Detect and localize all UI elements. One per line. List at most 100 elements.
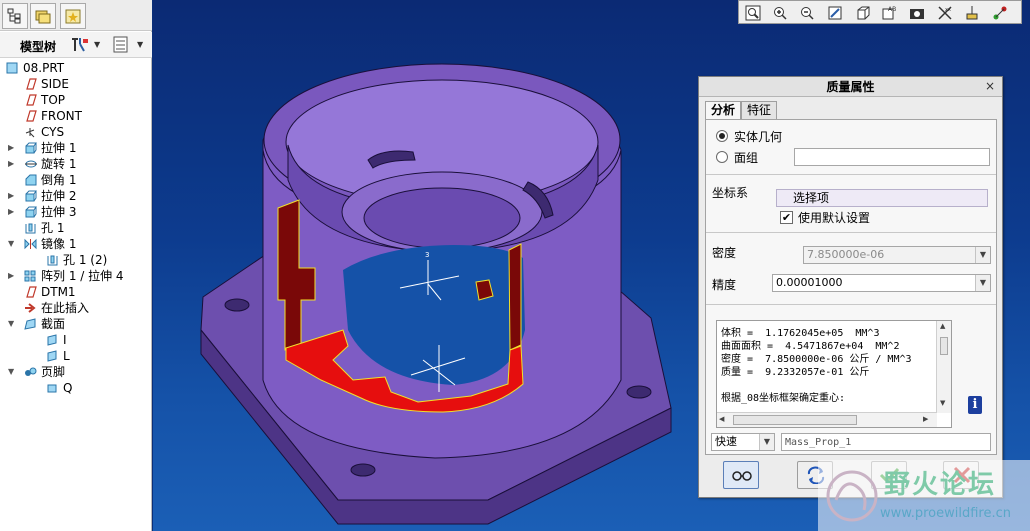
density-dropdown-icon: ▼ — [975, 247, 990, 263]
repaint-button[interactable] — [825, 3, 845, 22]
scroll-down-icon[interactable]: ▼ — [940, 399, 945, 407]
zoom-in-button[interactable] — [770, 3, 790, 22]
compute-mode-dropdown-icon[interactable]: ▼ — [759, 434, 774, 450]
collapse-icon[interactable]: ▼ — [8, 316, 18, 332]
solid-geometry-radio[interactable] — [716, 130, 728, 142]
tree-item[interactable]: ▶ 旋转 1 — [0, 156, 152, 172]
watermark-text: 野火论坛 — [884, 470, 997, 500]
datum-plane-icon — [26, 110, 37, 122]
results-text-area[interactable]: 体积 = 1.1762045e+05 MM^3 曲面面积 = 4.5471867e… — [716, 320, 952, 428]
tree-item-label: Q — [63, 381, 73, 395]
tree-item[interactable]: 08.PRT — [0, 60, 152, 76]
tree-item-label: 拉伸 2 — [41, 189, 77, 203]
svg-text:3: 3 — [425, 251, 429, 259]
expand-icon[interactable]: ▶ — [8, 140, 18, 156]
axis-display-button[interactable] — [990, 3, 1010, 22]
analysis-name-field[interactable]: Mass_Prop_1 — [781, 433, 991, 451]
tree-item[interactable]: ▶ 拉伸 2 — [0, 188, 152, 204]
tree-item[interactable]: ▼ 截面 — [0, 316, 152, 332]
results-vertical-scrollbar[interactable]: ▲ ▼ — [936, 321, 951, 413]
use-default-checkbox[interactable]: ✔ — [780, 211, 793, 224]
vertical-scroll-thumb[interactable] — [940, 337, 948, 355]
tree-item-label: 截面 — [41, 317, 66, 331]
model-tree-tab[interactable] — [2, 3, 28, 29]
tree-item[interactable]: 倒角 1 — [0, 172, 152, 188]
show-dropdown-icon[interactable]: ▼ — [137, 40, 143, 49]
expand-icon[interactable]: ▶ — [8, 156, 18, 172]
close-icon[interactable]: × — [982, 78, 998, 94]
tree-item[interactable]: Q — [0, 380, 152, 396]
watermark-url: www.proewildfire.cn — [880, 506, 1011, 521]
datum-display-icon: xx — [938, 6, 952, 20]
horizontal-scroll-thumb[interactable] — [733, 415, 857, 425]
collapse-icon[interactable]: ▼ — [8, 364, 18, 380]
scroll-right-icon[interactable]: ▶ — [923, 415, 928, 423]
datum-display-button[interactable]: xx — [935, 3, 955, 22]
zoom-out-icon — [801, 7, 814, 20]
orient-button[interactable] — [853, 3, 873, 22]
pattern-icon — [24, 270, 36, 282]
tab-feature[interactable]: 特征 — [741, 101, 778, 119]
tree-item[interactable]: 孔 1 — [0, 220, 152, 236]
accuracy-field[interactable]: 0.00001000 ▼ — [772, 274, 991, 292]
info-icon[interactable]: i — [968, 396, 982, 414]
quilt-radio[interactable] — [716, 151, 728, 163]
tree-item[interactable]: SIDE — [0, 76, 152, 92]
annotation-display-button[interactable] — [962, 3, 982, 22]
tree-item[interactable]: ▼ 镜像 1 — [0, 236, 152, 252]
tree-settings-dropdown-icon[interactable]: ▼ — [94, 40, 100, 49]
expand-icon[interactable]: ▶ — [8, 268, 18, 284]
folder-icon — [35, 10, 51, 24]
axis-display-icon — [993, 6, 1007, 20]
tree-item[interactable]: 在此插入 — [0, 300, 152, 316]
svg-text:xx: xx — [945, 7, 951, 13]
named-views-icon: AB — [882, 6, 896, 20]
compute-mode-dropdown[interactable]: 快速 ▼ — [711, 433, 775, 451]
zoom-window-button[interactable] — [743, 3, 763, 22]
quilt-label: 面组 — [734, 151, 759, 165]
expand-icon[interactable]: ▶ — [8, 188, 18, 204]
density-field: 7.850000e-06 ▼ — [803, 246, 991, 264]
tree-item-label: 拉伸 1 — [41, 141, 77, 155]
compute-mode-value: 快速 — [715, 435, 737, 448]
tree-item[interactable]: I — [0, 332, 152, 348]
results-horizontal-scrollbar[interactable]: ◀ ▶ — [717, 412, 937, 427]
orient-icon — [857, 6, 870, 20]
tab-analysis[interactable]: 分析 — [705, 101, 742, 120]
accuracy-dropdown-icon[interactable]: ▼ — [975, 275, 990, 291]
tree-item[interactable]: ▶ 阵列 1 / 拉伸 4 — [0, 268, 152, 284]
scroll-up-icon[interactable]: ▲ — [940, 322, 945, 330]
tree-item-label: 孔 1 — [41, 221, 65, 235]
solid-geometry-label: 实体几何 — [734, 130, 783, 144]
model-tree-panel: 模型树 ▼ ▼ 08.PRT SIDE TOP FRONT CYS ▶ 拉伸 1 ▶ 旋转 1 倒… — [0, 0, 152, 531]
tree-settings-icon[interactable] — [70, 36, 90, 54]
zoom-out-button[interactable] — [797, 3, 817, 22]
scroll-left-icon[interactable]: ◀ — [719, 415, 724, 423]
tree-item[interactable]: ▼ 页脚 — [0, 364, 152, 380]
tree-item[interactable]: 孔 1 (2) — [0, 252, 152, 268]
spin-center-button[interactable] — [907, 3, 927, 22]
datum-plane-icon — [26, 286, 37, 298]
chamfer-icon — [25, 174, 37, 186]
tree-item[interactable]: ▶ 拉伸 3 — [0, 204, 152, 220]
mirror-icon — [24, 238, 37, 250]
tree-item[interactable]: L — [0, 348, 152, 364]
named-views-button[interactable]: AB — [880, 3, 900, 22]
tree-item[interactable]: TOP — [0, 92, 152, 108]
tree-item[interactable]: DTM1 — [0, 284, 152, 300]
density-label: 密度 — [712, 246, 737, 260]
quilt-select-field[interactable] — [794, 148, 990, 166]
section-icon — [47, 334, 57, 346]
tree-item[interactable]: ▶ 拉伸 1 — [0, 140, 152, 156]
csys-select-field[interactable]: 选择项 — [776, 189, 988, 207]
tree-item[interactable]: FRONT — [0, 108, 152, 124]
tree-item-label: 08.PRT — [23, 61, 65, 75]
favorites-tab[interactable] — [60, 3, 86, 29]
csys-select-value: 选择项 — [793, 191, 830, 205]
folder-browser-tab[interactable] — [30, 3, 56, 29]
tree-item[interactable]: CYS — [0, 124, 152, 140]
collapse-icon[interactable]: ▼ — [8, 236, 18, 252]
show-menu-icon[interactable] — [113, 36, 129, 54]
preview-button[interactable] — [723, 461, 759, 489]
expand-icon[interactable]: ▶ — [8, 204, 18, 220]
